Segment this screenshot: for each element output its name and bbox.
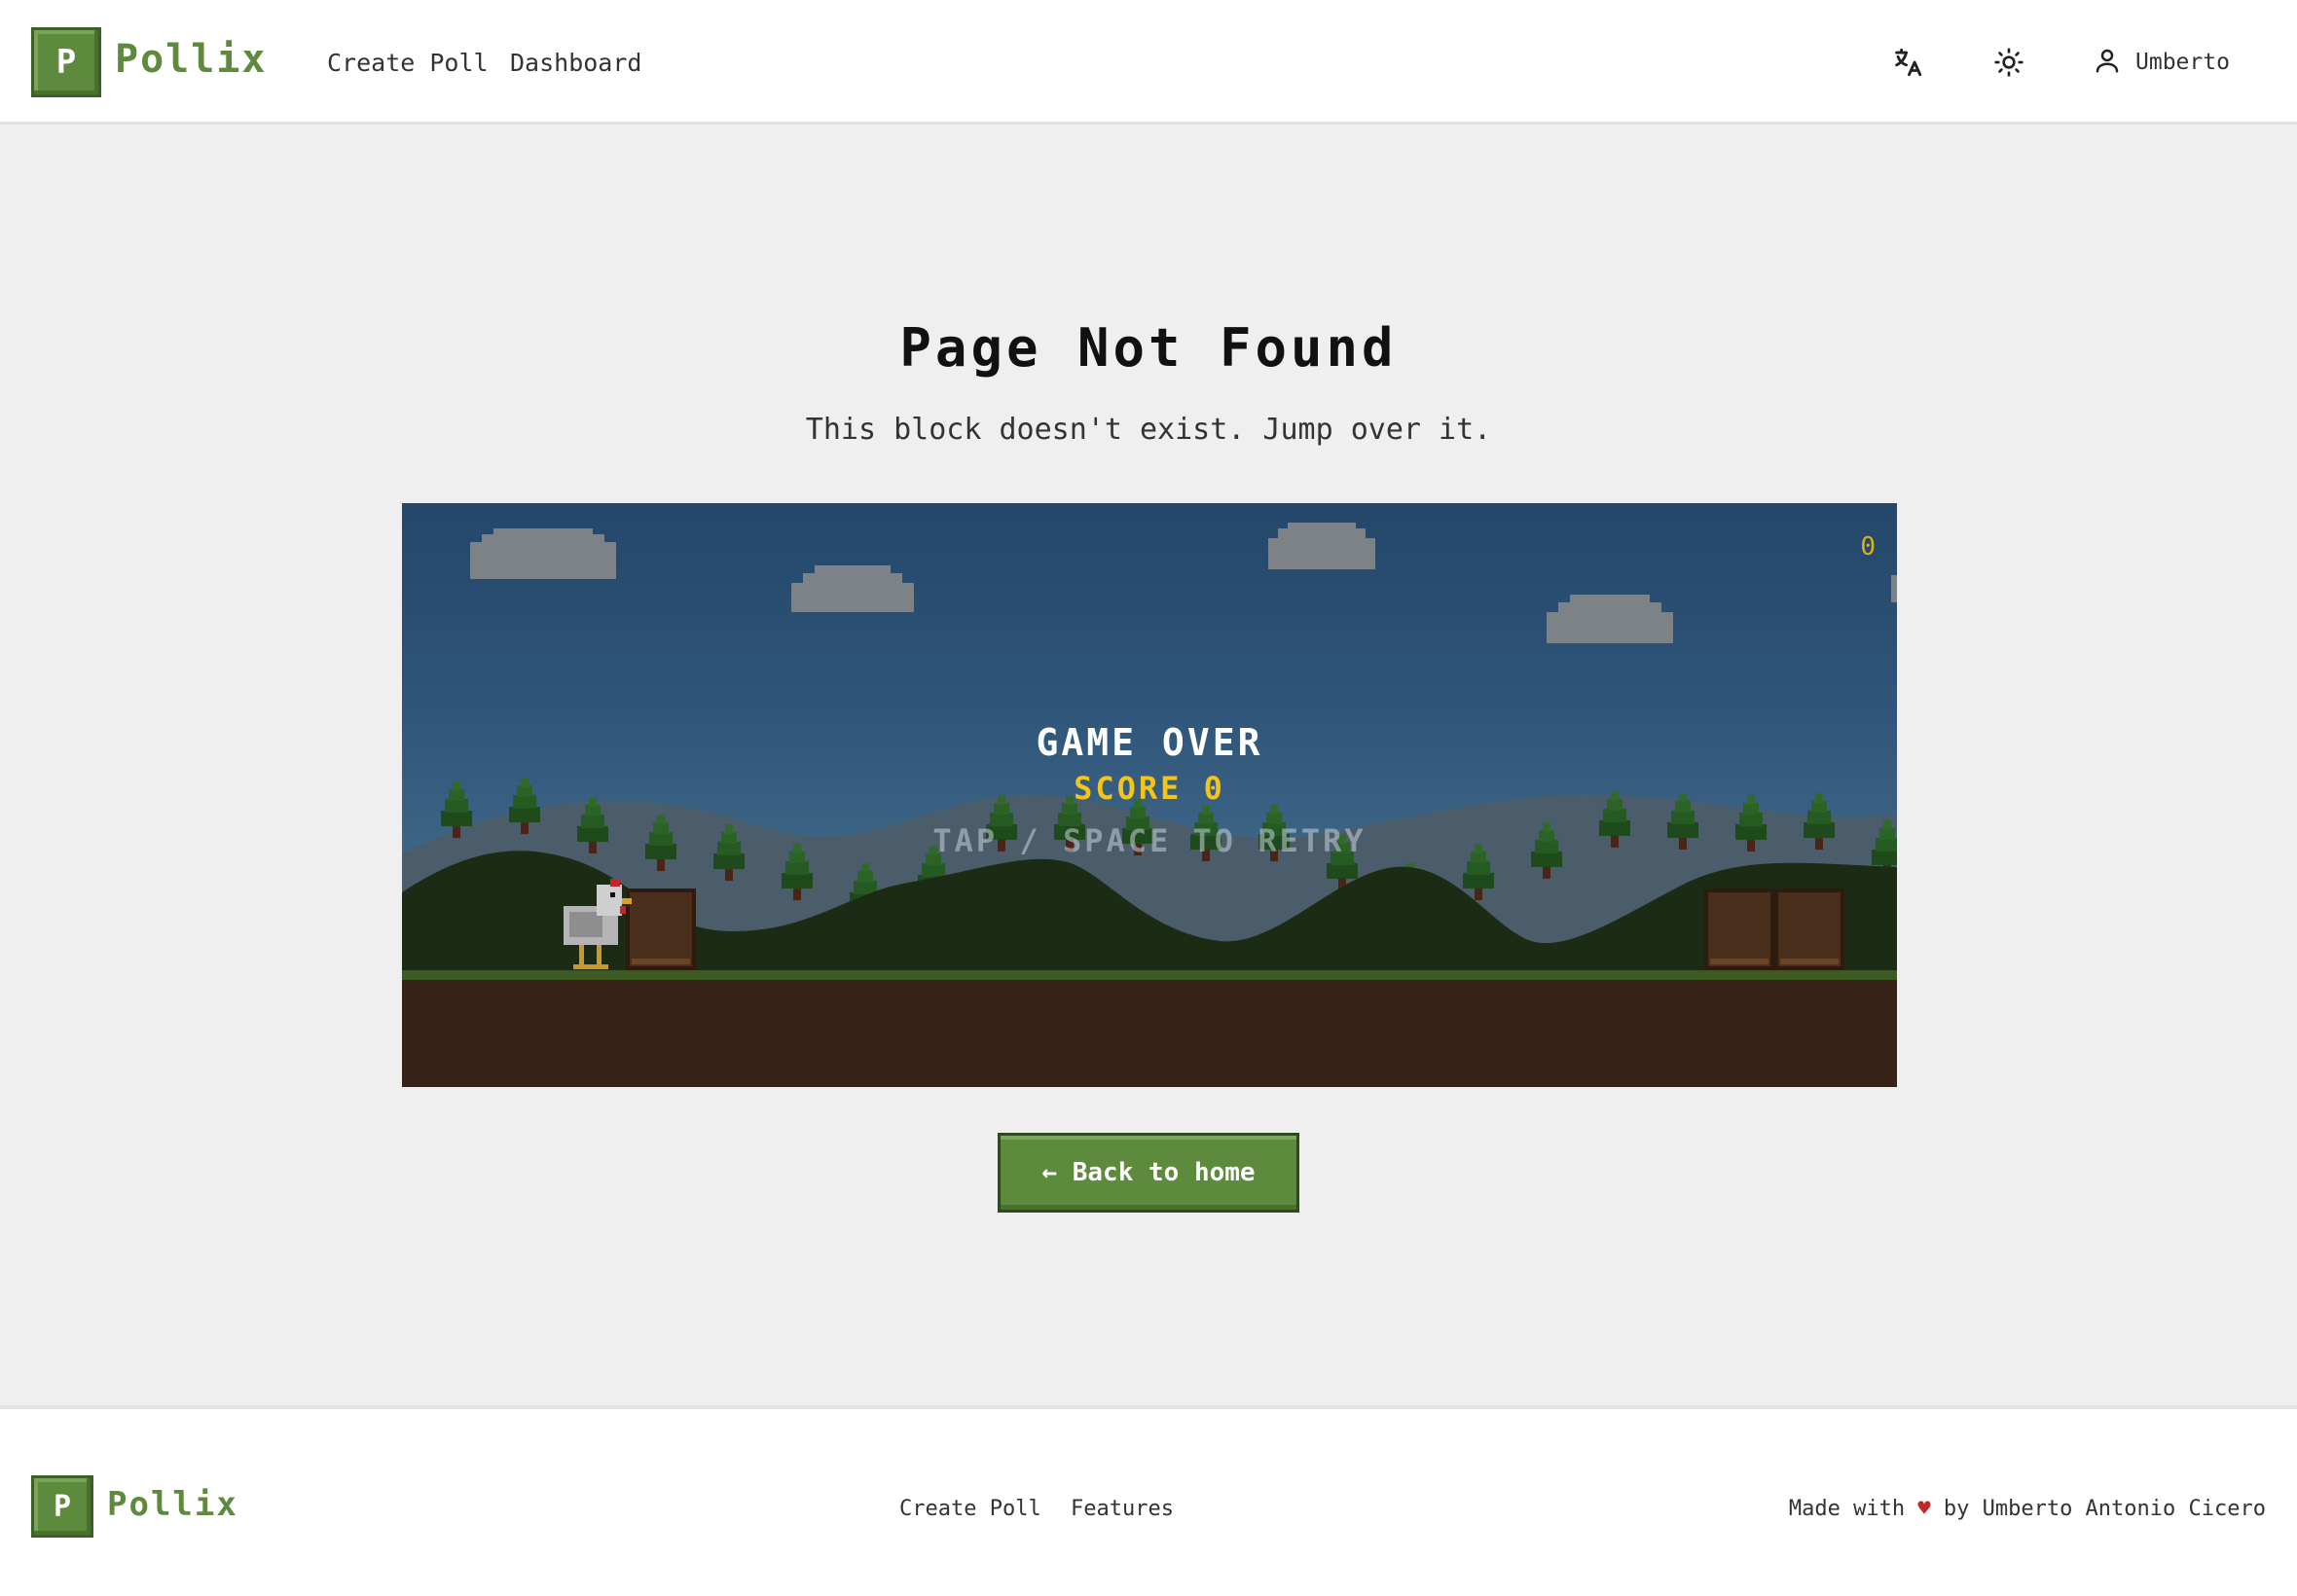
credit-prefix: Made with: [1788, 1497, 1906, 1521]
crate-obstacle: [1704, 889, 1844, 970]
clouds: [470, 523, 1897, 643]
footer-logo-mark[interactable]: P: [31, 1475, 93, 1538]
site-header: P Pollix Create Poll Dashboard Umberto: [0, 0, 2297, 125]
footer-logo-text[interactable]: Pollix: [107, 1485, 238, 1524]
nav-create-poll[interactable]: Create Poll: [327, 49, 489, 77]
cloud: [791, 565, 914, 612]
cloud: [1547, 595, 1673, 643]
jump-game-canvas[interactable]: 0 GAME OVER SCORE 0 TAP / SPACE TO RETRY: [402, 503, 1897, 1087]
cloud: [470, 528, 616, 579]
user-menu-button[interactable]: Umberto: [2093, 43, 2230, 82]
logo-text[interactable]: Pollix: [115, 37, 268, 82]
user-icon: [2093, 46, 2122, 79]
page-subtitle: This block doesn't exist. Jump over it.: [805, 413, 1492, 447]
game-over-text: GAME OVER: [1036, 721, 1263, 764]
back-to-home-button[interactable]: ← Back to home: [998, 1133, 1299, 1213]
ground: [402, 980, 1897, 1087]
retry-hint-text: TAP / SPACE TO RETRY: [932, 822, 1367, 859]
crate-obstacle: [626, 889, 696, 970]
user-name: Umberto: [2135, 50, 2230, 75]
site-footer: P Pollix Create Poll Features Made with …: [0, 1405, 2297, 1596]
sun-icon[interactable]: [1989, 43, 2028, 82]
logo-mark[interactable]: P: [31, 27, 101, 97]
page-title: Page Not Found: [899, 317, 1398, 379]
heart-icon: ♥: [1917, 1497, 1931, 1521]
score-counter: 0: [1860, 532, 1876, 562]
footer-link-features[interactable]: Features: [1071, 1497, 1174, 1521]
grass-strip: [402, 970, 1897, 980]
cloud: [1891, 575, 1897, 602]
cloud: [1268, 523, 1375, 569]
footer-link-create-poll[interactable]: Create Poll: [899, 1497, 1041, 1521]
game-score-text: SCORE 0: [1074, 770, 1225, 807]
footer-credit: Made with ♥ by Umberto Antonio Cicero: [1789, 1497, 2266, 1521]
translate-icon[interactable]: [1888, 43, 1927, 82]
credit-suffix: by Umberto Antonio Cicero: [1943, 1497, 2266, 1521]
nav-dashboard[interactable]: Dashboard: [510, 49, 641, 77]
